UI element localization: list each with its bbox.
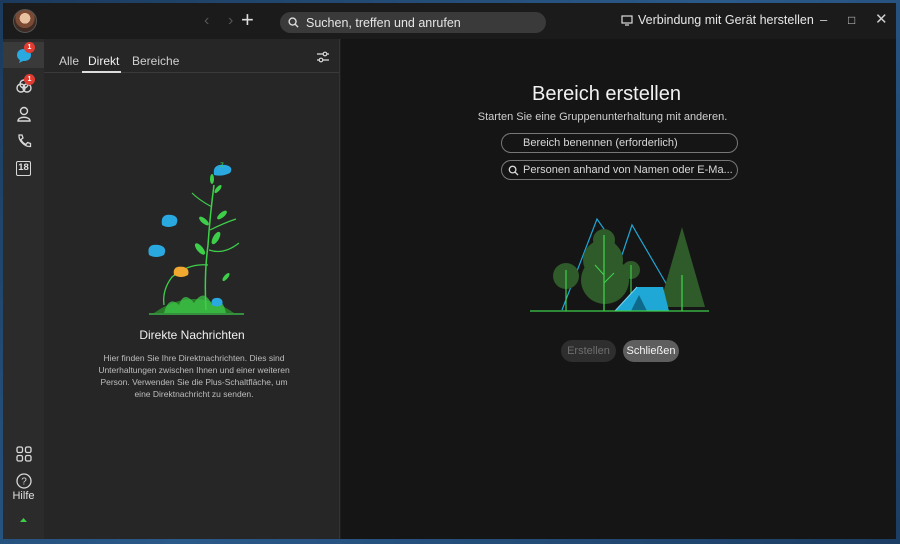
help-icon: ?: [15, 473, 32, 489]
notification-badge: 1: [24, 74, 35, 85]
active-tab-indicator: [82, 71, 121, 73]
avatar[interactable]: [13, 9, 37, 33]
chevron-right-icon[interactable]: ›: [228, 12, 233, 30]
maximize-icon[interactable]: □: [848, 12, 855, 28]
space-name-input[interactable]: Bereich benennen (erforderlich): [501, 133, 738, 153]
rail-item-teams[interactable]: 1: [3, 74, 44, 100]
connect-device-button[interactable]: Verbindung mit Gerät herstellen: [621, 13, 814, 27]
empty-state-title: Direkte Nachrichten: [139, 328, 245, 342]
help-label[interactable]: Hilfe: [3, 490, 44, 502]
search-icon: [288, 17, 299, 28]
tab-spaces[interactable]: Bereiche: [132, 54, 179, 68]
plus-icon[interactable]: +: [241, 8, 254, 32]
tab-bar: Alle Direkt Bereiche: [44, 39, 339, 73]
tab-direct[interactable]: Direkt: [88, 54, 119, 68]
page-subtitle: Starten Sie eine Gruppenunterhaltung mit…: [477, 111, 728, 123]
create-space-panel: Bereich erstellen Starten Sie eine Grupp…: [341, 39, 896, 539]
minimize-icon[interactable]: –: [820, 12, 827, 28]
search-placeholder: Suchen, treffen und anrufen: [306, 15, 461, 30]
close-icon[interactable]: ✕: [875, 12, 888, 28]
close-button[interactable]: Schließen: [623, 340, 679, 362]
nav-rail: 1 1 18 ? Hilfe: [3, 39, 44, 539]
cast-icon: [621, 14, 633, 26]
people-search-placeholder: Personen anhand von Namen oder E-Ma...: [523, 164, 733, 176]
chevron-left-icon[interactable]: ‹: [204, 12, 209, 30]
calendar-icon: 18: [16, 160, 31, 176]
rail-item-contacts[interactable]: [3, 101, 44, 127]
empty-state-description: Hier finden Sie Ihre Direktnachrichten. …: [98, 353, 290, 399]
rail-item-calendar[interactable]: 18: [3, 155, 44, 181]
phone-icon: [17, 134, 31, 148]
filter-icon[interactable]: [316, 51, 330, 63]
title-bar: ‹ › + Suchen, treffen und anrufen Verbin…: [3, 3, 896, 39]
tab-all[interactable]: Alle: [59, 54, 79, 68]
plant-illustration: z: [148, 160, 244, 315]
apps-grid-icon: [15, 446, 32, 462]
create-button[interactable]: Erstellen: [561, 340, 616, 362]
space-name-placeholder: Bereich benennen (erforderlich): [523, 137, 678, 149]
people-search-input[interactable]: Personen anhand von Namen oder E-Ma...: [501, 160, 738, 180]
connect-label: Verbindung mit Gerät herstellen: [638, 13, 814, 27]
rail-item-apps[interactable]: [3, 441, 44, 467]
messages-panel: Alle Direkt Bereiche z Direkte Nachricht…: [44, 39, 340, 539]
svg-text:z: z: [220, 160, 224, 169]
notification-badge: 1: [24, 42, 35, 53]
page-title: Bereich erstellen: [532, 83, 681, 105]
camping-illustration: [530, 217, 709, 312]
contacts-icon: [16, 106, 31, 122]
status-icon: [20, 518, 27, 522]
search-input[interactable]: Suchen, treffen und anrufen: [280, 12, 546, 33]
svg-text:?: ?: [21, 477, 27, 488]
rail-item-calls[interactable]: [3, 128, 44, 154]
search-icon: [508, 165, 519, 176]
rail-item-messages[interactable]: 1: [3, 42, 44, 68]
app-window: ‹ › + Suchen, treffen und anrufen Verbin…: [3, 3, 896, 539]
